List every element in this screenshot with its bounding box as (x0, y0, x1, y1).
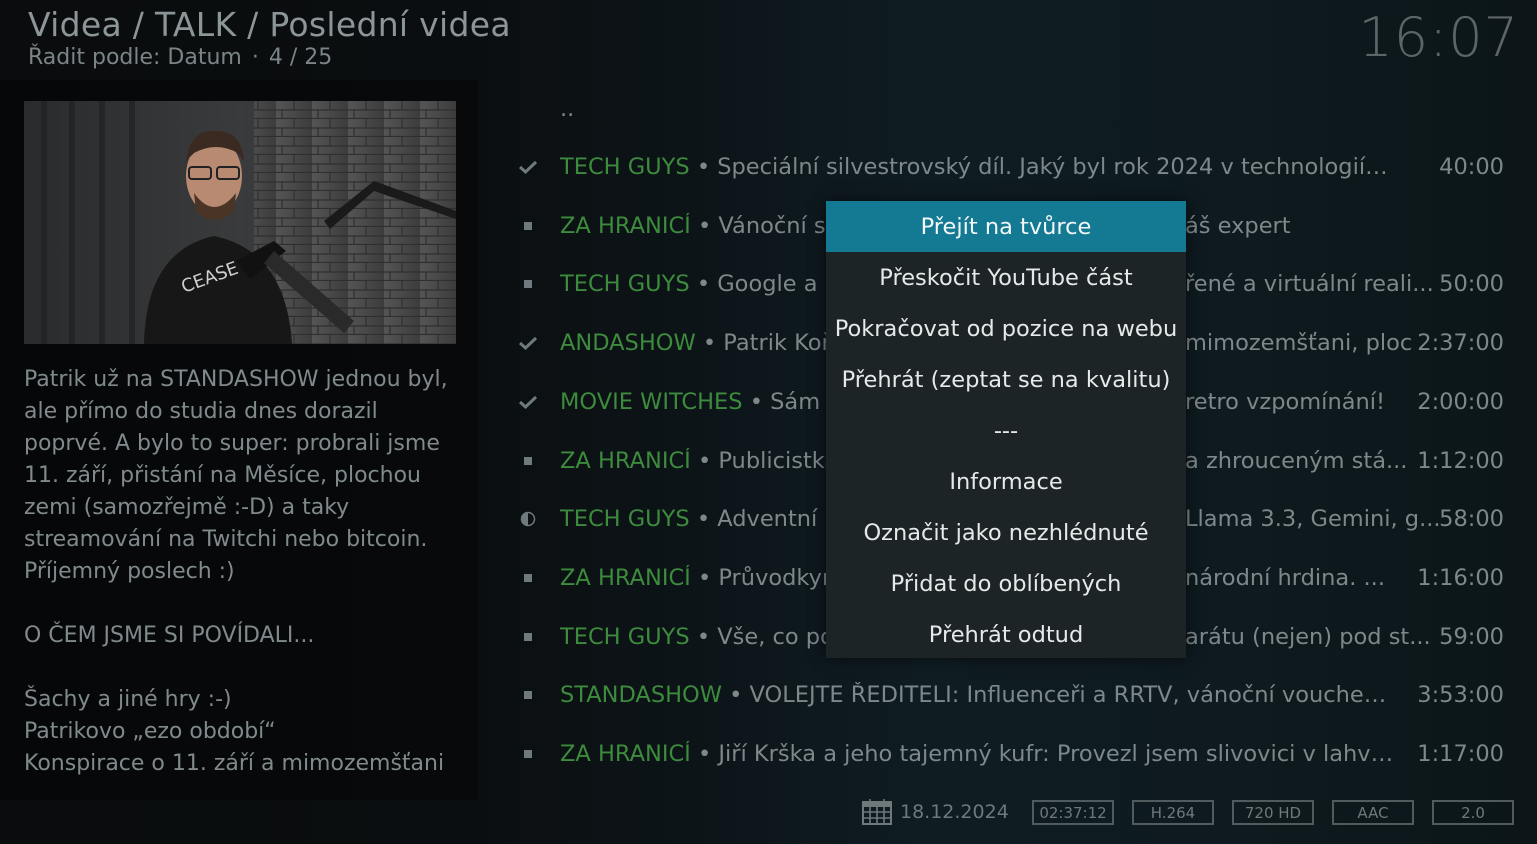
video-duration: 3:53:00 (1417, 682, 1504, 709)
channel-name: TECH GUYS (560, 154, 690, 180)
context-menu-item[interactable]: Označit jako nezhlédnuté (826, 507, 1186, 558)
video-title-tail: řené a virtuální reali... (1185, 271, 1434, 298)
video-duration: 40:00 (1439, 154, 1504, 180)
channel-name: ZA HRANICÍ (560, 212, 691, 239)
description-text: Patrik už na STANDASHOW jednou byl, ale … (24, 367, 448, 776)
context-menu-item[interactable]: Pokračovat od pozice na webu (826, 303, 1186, 354)
context-menu: Přejít na tvůrce Přeskočit YouTube část Po… (826, 201, 1186, 658)
video-title: • Vánoční sp (690, 212, 840, 239)
unwatched-icon (496, 750, 560, 758)
video-title-tail: národní hrdina. ... (1185, 564, 1385, 591)
parent-folder-item[interactable]: .. (496, 80, 1508, 138)
video-title-tail: a zhrouceným stá... (1185, 447, 1408, 474)
channel-name: ANDASHOW (560, 330, 696, 357)
audio-channels-badge: 2.0 (1432, 800, 1514, 825)
video-duration: 1:12:00 (1417, 447, 1504, 474)
context-menu-item[interactable]: Přidat do oblíbených (826, 558, 1186, 609)
video-title: • VOLEJTE ŘEDITELI: Influenceři a RRTV, … (721, 682, 1394, 709)
list-item-title: TECH GUYS • Speciální silvestrovský díl.… (560, 154, 1394, 180)
channel-name: STANDASHOW (560, 682, 722, 709)
list-item-title: ZA HRANICÍ • Jiří Krška a jeho tajemný k… (560, 741, 1394, 767)
item-position: 4 / 25 (268, 45, 333, 70)
video-duration: 2:00:00 (1417, 388, 1504, 415)
video-duration: 1:17:00 (1417, 741, 1504, 767)
context-menu-item[interactable]: Přejít na tvůrce (826, 201, 1186, 252)
sort-label: Řadit podle: Datum (28, 45, 242, 70)
resolution-badge: 720 HD (1232, 800, 1314, 825)
video-title: • Vše, co pot (689, 623, 843, 650)
video-title-tail: mimozemšťani, ploc (1185, 330, 1413, 357)
video-title: • Jiří Krška a jeho tajemný kufr: Provez… (690, 741, 1394, 767)
audio-codec-badge: AAC (1332, 800, 1414, 825)
release-date: 18.12.2024 (900, 801, 1009, 823)
video-title: • Průvodkyn (690, 564, 837, 591)
channel-name: TECH GUYS (560, 506, 690, 533)
parent-folder-label: .. (560, 96, 575, 122)
video-title: • Google a S (689, 271, 839, 298)
partially-watched-icon (496, 511, 560, 527)
watched-check-icon (496, 336, 560, 351)
sort-info: Řadit podle: Datum · 4 / 25 (28, 45, 333, 70)
list-item[interactable]: STANDASHOW • VOLEJTE ŘEDITELI: Influence… (496, 666, 1508, 724)
channel-name: ZA HRANICÍ (560, 741, 691, 767)
channel-name: ZA HRANICÍ (560, 447, 691, 474)
video-thumbnail: CEASE (24, 101, 456, 344)
video-title: • Adventní k (689, 506, 838, 533)
video-title: • Speciální silvestrovský díl. Jaký byl … (689, 154, 1394, 180)
unwatched-icon (496, 573, 560, 582)
unwatched-icon (496, 280, 560, 289)
context-menu-item[interactable]: Přehrát (zeptat se na kvalitu) (826, 354, 1186, 405)
unwatched-icon (496, 632, 560, 641)
list-item-title: STANDASHOW • VOLEJTE ŘEDITELI: Influence… (560, 682, 1394, 708)
video-codec-badge: H.264 (1132, 800, 1214, 825)
video-duration: 1:16:00 (1417, 564, 1504, 591)
watched-check-icon (496, 395, 560, 409)
header: Videa / TALK / Poslední videa Řadit podl… (28, 4, 511, 70)
watched-check-icon (496, 160, 560, 174)
channel-name: TECH GUYS (560, 271, 690, 298)
duration-badge: 02:37:12 (1032, 800, 1114, 825)
list-item[interactable]: ZA HRANICÍ • Jiří Krška a jeho tajemný k… (496, 725, 1508, 783)
thumbnail-image: CEASE (24, 101, 456, 344)
clock: 16:07 (1358, 6, 1519, 69)
list-item[interactable]: TECH GUYS • Speciální silvestrovský díl.… (496, 138, 1508, 196)
footer-info-bar: 18.12.2024 02:37:12 H.264 720 HD AAC 2.0 (0, 795, 1537, 844)
video-description: Patrik už na STANDASHOW jednou byl, ale … (24, 364, 464, 790)
channel-name: ZA HRANICÍ (560, 564, 691, 591)
context-menu-item[interactable]: Přehrát odtud (826, 609, 1186, 660)
video-title: • Publicistka (690, 447, 839, 474)
context-menu-item[interactable]: Přeskočit YouTube část (826, 252, 1186, 303)
video-title-tail: áš expert (1185, 212, 1291, 239)
video-title: • Patrik Koř (695, 330, 831, 357)
context-menu-item[interactable]: Informace (826, 456, 1186, 507)
channel-name: MOVIE WITCHES (560, 388, 743, 415)
video-title-tail: retro vzpomínání! (1185, 388, 1386, 415)
unwatched-icon (496, 456, 560, 465)
menu-separator: --- (993, 417, 1019, 444)
video-title-tail: Llama 3.3, Gemini, g... (1185, 506, 1441, 533)
page-title: Videa / TALK / Poslední videa (28, 5, 511, 44)
video-title-tail: arátu (nejen) pod st... (1185, 623, 1431, 650)
date-display: 18.12.2024 (862, 795, 1009, 829)
unwatched-icon (496, 691, 560, 700)
calendar-icon (862, 799, 892, 825)
unwatched-icon (496, 221, 560, 230)
channel-name: TECH GUYS (560, 623, 690, 650)
